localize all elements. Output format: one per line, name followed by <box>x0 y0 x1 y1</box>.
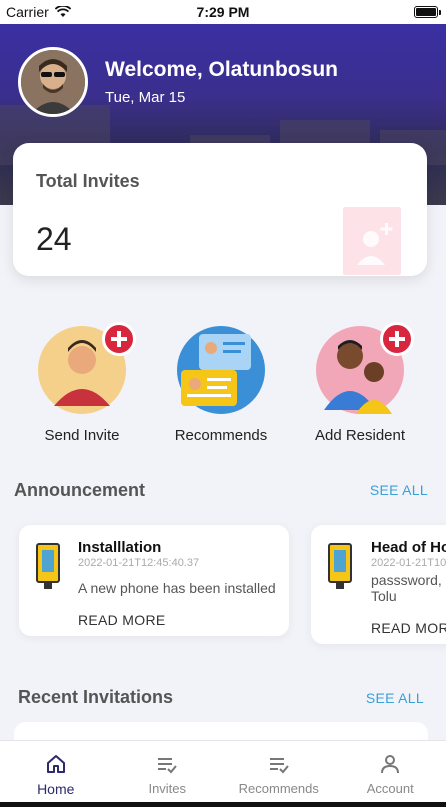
welcome-heading: Welcome, Olatunbosun <box>105 58 338 81</box>
status-bar: Carrier 7:29 PM <box>0 0 446 24</box>
announcement-card[interactable]: Head of Ho 2022-01-21T10 passsword, n To… <box>311 525 446 644</box>
plus-badge-icon <box>102 322 136 356</box>
add-resident-action[interactable]: Add Resident <box>295 322 425 444</box>
add-resident-icon <box>316 322 414 414</box>
tab-recommends[interactable]: Recommends <box>223 741 335 802</box>
announcement-title: Installlation <box>78 539 162 556</box>
announcement-card[interactable]: Installlation 2022-01-21T12:45:40.37 A n… <box>19 525 289 636</box>
add-resident-label: Add Resident <box>314 427 406 444</box>
home-indicator <box>0 802 446 807</box>
read-more-link[interactable]: READ MORE <box>78 612 166 628</box>
recent-invitations-heading: Recent Invitations <box>18 687 174 707</box>
avatar-photo-icon <box>21 50 85 114</box>
total-invites-count: 24 <box>36 221 72 257</box>
announcement-date: 2022-01-21T10 <box>371 557 446 569</box>
tab-account[interactable]: Account <box>335 741 446 802</box>
recommends-action[interactable]: Recommends <box>156 326 286 444</box>
send-invite-action[interactable]: Send Invite <box>17 322 147 444</box>
add-contact-icon <box>343 207 401 275</box>
recommends-icon <box>177 326 265 414</box>
battery-fill <box>416 8 436 16</box>
tab-home[interactable]: Home <box>0 741 112 802</box>
total-invites-label: Total Invites <box>36 171 140 191</box>
read-more-link[interactable]: READ MORE <box>371 620 446 636</box>
invites-list-icon <box>158 758 178 774</box>
total-invites-card[interactable]: Total Invites 24 <box>13 143 427 276</box>
tab-account-label: Account <box>366 781 414 796</box>
announcement-title: Head of Ho <box>371 539 446 556</box>
tab-invites-label: Invites <box>148 781 187 796</box>
recent-invitations-see-all-link[interactable]: SEE ALL <box>366 690 424 706</box>
avatar[interactable] <box>18 47 88 117</box>
send-invite-label: Send Invite <box>44 427 120 444</box>
current-date: Tue, Mar 15 <box>105 89 186 106</box>
document-icon <box>328 543 352 589</box>
tab-invites[interactable]: Invites <box>112 741 224 802</box>
recommends-label: Recommends <box>174 427 268 444</box>
account-icon <box>381 755 400 774</box>
tab-home-label: Home <box>37 781 75 797</box>
document-icon <box>36 543 60 589</box>
recommends-list-icon <box>269 758 289 774</box>
announcement-text-extra: Tolu <box>371 588 397 604</box>
wifi-icon <box>54 6 71 17</box>
announcement-heading: Announcement <box>14 480 146 500</box>
battery-icon <box>414 6 441 18</box>
plus-badge-icon <box>380 322 414 356</box>
announcement-text: passsword, n <box>371 572 446 588</box>
carrier-label: Carrier <box>6 4 49 20</box>
bottom-tab-bar: Home Invites Recommends Account <box>0 740 446 802</box>
send-invite-icon <box>38 322 136 414</box>
tab-recommends-label: Recommends <box>238 781 319 796</box>
announcement-see-all-link[interactable]: SEE ALL <box>370 482 428 498</box>
announcement-text: A new phone has been installed <box>78 580 276 596</box>
home-icon <box>46 755 65 773</box>
announcement-date: 2022-01-21T12:45:40.37 <box>78 557 200 569</box>
